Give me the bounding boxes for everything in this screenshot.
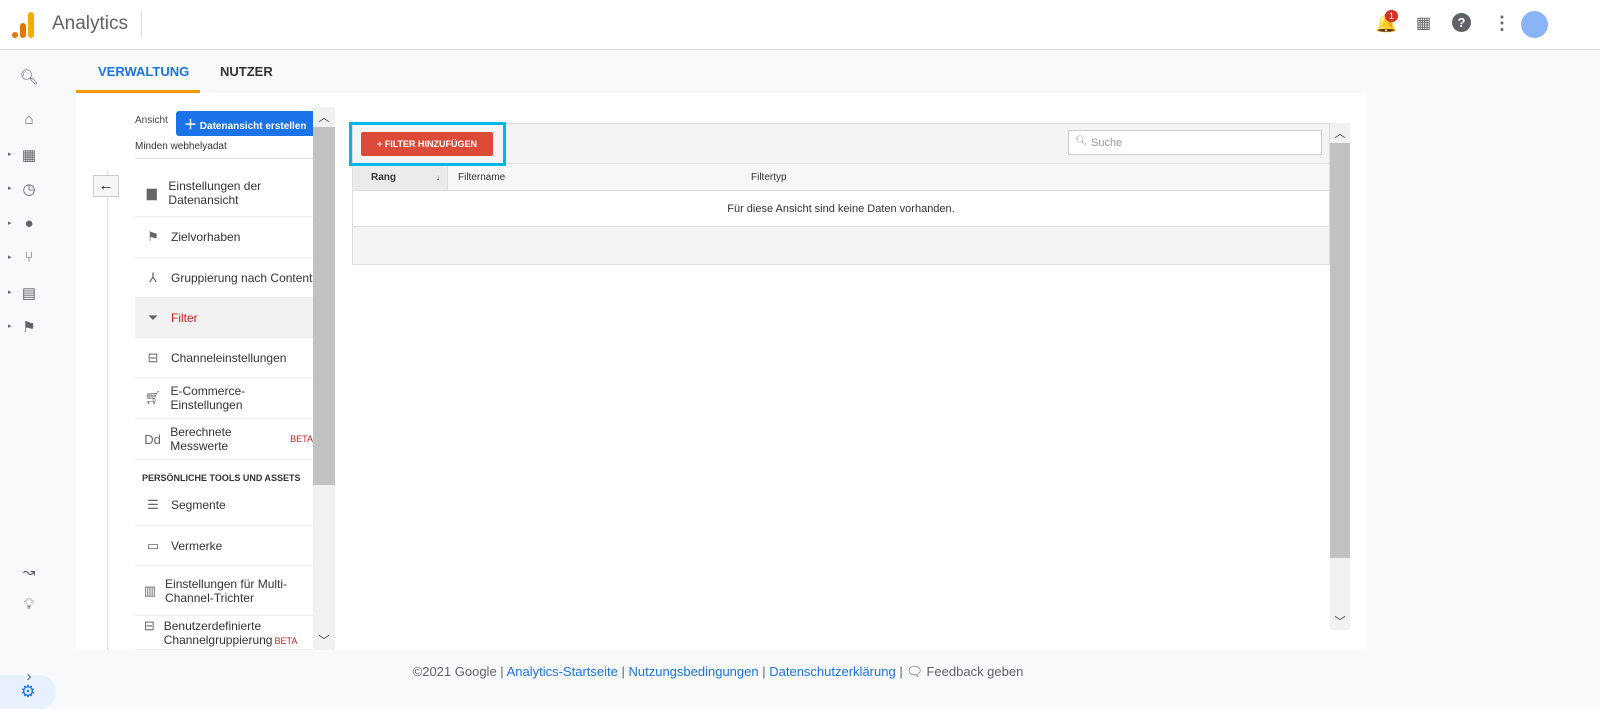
nav-label: Segmente — [171, 498, 226, 512]
analytics-home-link[interactable]: Analytics-Startseite — [507, 664, 618, 679]
document-icon: ▆ — [146, 184, 157, 200]
highlight-box — [349, 122, 506, 166]
lightbulb-icon[interactable]: 💡︎ — [18, 596, 40, 613]
nav-label: Einstellungen der Datenansicht — [168, 178, 262, 207]
separator: | — [899, 664, 903, 679]
nav-label: Benutzerdefinierte Channelgruppierung — [163, 619, 273, 647]
separator: | — [621, 664, 625, 679]
help-icon[interactable]: ? — [1452, 13, 1471, 32]
bar-chart-icon: ▥ — [143, 582, 157, 598]
flag-icon: ⚑ — [147, 229, 159, 244]
search-icon[interactable]: 🔍︎ — [18, 68, 40, 86]
scroll-up-icon[interactable]: ︿ — [313, 109, 335, 125]
divider — [141, 10, 142, 38]
main-scrollbar[interactable]: ︿ ﹀ — [1330, 123, 1350, 630]
nav-item-channel-settings[interactable]: ⊟ Channeleinstellungen — [135, 338, 313, 378]
nav-label: Channeleinstellungen — [171, 350, 287, 365]
nav-label: Filter — [171, 310, 198, 325]
privacy-link[interactable]: Datenschutzerklärung — [769, 664, 895, 679]
avatar[interactable] — [1521, 11, 1548, 38]
home-icon[interactable]: ⌂ — [18, 111, 40, 128]
search-input[interactable]: 🔍︎ Suche — [1068, 130, 1322, 155]
rank-column[interactable] — [353, 164, 448, 190]
section-title: PERSÖNLICHE TOOLS UND ASSETS — [142, 473, 301, 483]
person-icon[interactable]: ▸ ● — [8, 215, 40, 232]
feedback-link[interactable]: Feedback geben — [926, 664, 1023, 679]
cart-icon: 🛒︎ — [144, 390, 161, 405]
scroll-thumb[interactable] — [313, 127, 335, 485]
dd-icon: Dd — [144, 431, 161, 447]
grouping-icon: ⅄ — [149, 269, 157, 285]
column-header-rang[interactable]: Rang — [371, 172, 396, 183]
tab-nutzer[interactable]: NUTZER — [198, 55, 295, 93]
attribution-icon[interactable]: ↝ — [18, 563, 40, 581]
nav-item-ecommerce[interactable]: 🛒︎ E-Commerce-Einstellungen — [135, 378, 313, 419]
nav-item-view-settings[interactable]: ▆ Einstellungen der Datenansicht — [135, 169, 313, 217]
nav-item-goals[interactable]: ⚑ Zielvorhaben — [135, 217, 313, 258]
more-vert-icon[interactable]: ⋮ — [1493, 13, 1511, 34]
top-bar: Analytics 🔔 1 ▦ ? ⋮ — [0, 0, 1600, 50]
view-label: Ansicht — [135, 115, 168, 126]
app-name: Analytics — [52, 13, 129, 34]
nav-item-mcf-settings[interactable]: ▥ Einstellungen für Multi-Channel-Trichte… — [135, 566, 313, 616]
analytics-logo-icon[interactable] — [12, 12, 36, 38]
nav-item-content-grouping[interactable]: ⅄ Gruppierung nach Content — [135, 258, 313, 298]
beta-badge: BETA — [290, 434, 313, 444]
search-icon: 🔍︎ — [1075, 136, 1088, 147]
divider — [107, 170, 108, 650]
acquisition-icon[interactable]: ▸ ⑂ — [8, 249, 40, 266]
nav-scrollbar[interactable]: ︿ ﹀ — [313, 107, 335, 650]
plus-icon: ＋ — [184, 117, 198, 132]
scroll-down-icon[interactable]: ﹀ — [1330, 613, 1350, 629]
terms-link[interactable]: Nutzungsbedingungen — [628, 664, 758, 679]
column-header-filtertyp[interactable]: Filtertyp — [751, 172, 787, 183]
apps-grid-icon[interactable]: ▦ — [1416, 13, 1431, 33]
channel-icon: ⊟ — [143, 618, 155, 633]
feedback-icon[interactable]: 🗨︎ — [906, 664, 923, 679]
footer: ©2021 Google | Analytics-Startseite | Nu… — [0, 664, 1436, 680]
view-selector[interactable]: Minden webhelyadat — [135, 133, 313, 159]
nav-item-filter[interactable]: ⏷ Filter — [135, 298, 313, 338]
tab-verwaltung[interactable]: VERWALTUNG — [76, 55, 200, 93]
nav-label: Gruppierung nach Content — [171, 270, 313, 285]
beta-badge: BETA — [274, 636, 298, 646]
nav-item-segments[interactable]: ☰ Segmente — [135, 485, 313, 526]
clock-icon[interactable]: ▸ ◷ — [8, 180, 40, 198]
nav-item-custom-channel-grouping[interactable]: ⊟ Benutzerdefinierte Channelgruppierung BE… — [135, 616, 313, 650]
behavior-icon[interactable]: ▸ ▤ — [8, 284, 40, 302]
table-header: Rang ↓ Filtername Filtertyp — [353, 163, 1329, 191]
scroll-down-icon[interactable]: ﹀ — [313, 632, 335, 648]
column-header-filtername[interactable]: Filtername — [458, 172, 505, 183]
search-placeholder: Suche — [1091, 137, 1123, 149]
flag-icon[interactable]: ▸ ⚑ — [8, 318, 40, 336]
comment-icon: ▭ — [146, 537, 160, 553]
nav-label: Berechnete Messwerte — [170, 425, 232, 453]
scroll-thumb[interactable] — [1330, 143, 1350, 558]
left-rail: 🔍︎ ⌂ ▸ ▦ ▸ ◷ ▸ ● ▸ ⑂ ▸ ▤ ▸ ⚑ ↝ 💡︎ ⚙ › — [0, 51, 56, 709]
notification-badge: 1 — [1385, 10, 1399, 22]
back-arrow-icon[interactable]: ← — [93, 175, 119, 197]
empty-message: Für diese Ansicht sind keine Daten vorha… — [353, 191, 1329, 227]
filter-icon: ⏷ — [147, 309, 159, 325]
nav-label: E-Commerce-Einstellungen — [170, 384, 246, 412]
scroll-up-icon[interactable]: ︿ — [1330, 125, 1350, 141]
nav-label: Vermerke — [171, 538, 223, 553]
segments-icon: ☰ — [147, 497, 159, 512]
create-view-label: Datenansicht erstellen — [199, 121, 307, 132]
nav-item-calculated-metrics[interactable]: Dd Berechnete Messwerte BETA — [135, 419, 313, 460]
nav-label: Einstellungen für Multi-Channel-Trichter — [165, 576, 288, 605]
copyright: ©2021 Google | — [412, 664, 504, 679]
sort-arrow-icon[interactable]: ↓ — [436, 173, 440, 182]
channel-icon: ⊟ — [147, 349, 159, 365]
view-nav-panel: Ansicht ＋ Datenansicht erstellen Minden … — [135, 107, 313, 650]
dashboard-icon[interactable]: ▸ ▦ — [8, 146, 40, 164]
nav-item-annotations[interactable]: ▭ Vermerke — [135, 526, 313, 566]
separator: | — [762, 664, 766, 679]
nav-label: Zielvorhaben — [171, 230, 241, 244]
